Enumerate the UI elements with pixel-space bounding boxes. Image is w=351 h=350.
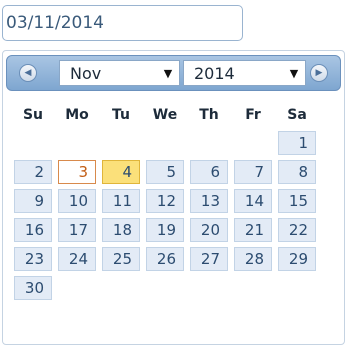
- next-month-button[interactable]: ▶: [310, 64, 328, 82]
- calendar-day[interactable]: 10: [58, 189, 96, 213]
- empty-day-cell: [102, 131, 140, 155]
- empty-day-cell: [278, 276, 316, 300]
- calendar-day[interactable]: 24: [58, 247, 96, 271]
- calendar-week-row: 2345678: [14, 160, 316, 184]
- empty-day-cell: [146, 276, 184, 300]
- calendar-day[interactable]: 6: [190, 160, 228, 184]
- calendar-day[interactable]: 18: [102, 218, 140, 242]
- triangle-down-icon: ▼: [289, 66, 299, 80]
- empty-day-cell: [190, 276, 228, 300]
- weekday-label: Sa: [287, 107, 307, 123]
- calendar-day-today[interactable]: 3: [58, 160, 96, 184]
- empty-day-cell: [14, 131, 52, 155]
- calendar-day[interactable]: 30: [14, 276, 52, 300]
- month-select-value: Nov: [70, 63, 102, 83]
- datepicker-header: ◀ Nov ▼ 2014 ▼ ▶: [6, 55, 341, 91]
- calendar-day[interactable]: 21: [234, 218, 272, 242]
- year-select-value: 2014: [194, 63, 235, 83]
- calendar-week-row: 30: [14, 276, 316, 300]
- calendar-day[interactable]: 26: [146, 247, 184, 271]
- weekday-label: Th: [199, 107, 219, 123]
- empty-day-cell: [234, 131, 272, 155]
- calendar-week-row: 9 10 11 12 13 14 15: [14, 189, 316, 213]
- weekday-label: Mo: [65, 107, 89, 123]
- date-input-value: 03/11/2014: [6, 13, 104, 33]
- calendar-day[interactable]: 13: [190, 189, 228, 213]
- empty-day-cell: [190, 131, 228, 155]
- calendar-day[interactable]: 27: [190, 247, 228, 271]
- date-input[interactable]: 03/11/2014: [2, 5, 243, 41]
- calendar-week-row: 16 17 18 19 20 21 22: [14, 218, 316, 242]
- weekday-label: Tu: [112, 107, 130, 123]
- weekday-label: Su: [22, 107, 44, 123]
- empty-day-cell: [58, 131, 96, 155]
- chevron-right-icon: ▶: [315, 67, 323, 78]
- calendar-day[interactable]: 15: [278, 189, 316, 213]
- calendar-week-row: 23 24 25 26 27 28 29: [14, 247, 316, 271]
- calendar-day[interactable]: 20: [190, 218, 228, 242]
- calendar-day[interactable]: 22: [278, 218, 316, 242]
- empty-day-cell: [146, 131, 184, 155]
- weekday-label: We: [152, 107, 178, 123]
- calendar-day[interactable]: 5: [146, 160, 184, 184]
- calendar-day-selected[interactable]: 4: [102, 160, 140, 184]
- calendar-day[interactable]: 14: [234, 189, 272, 213]
- weekday-header-row: Su Mo Tu We Th Fr Sa: [14, 104, 316, 126]
- calendar-day[interactable]: 29: [278, 247, 316, 271]
- empty-day-cell: [102, 276, 140, 300]
- calendar-day[interactable]: 8: [278, 160, 316, 184]
- calendar-day[interactable]: 19: [146, 218, 184, 242]
- empty-day-cell: [58, 276, 96, 300]
- weekday-label: Fr: [245, 107, 261, 123]
- empty-day-cell: [234, 276, 272, 300]
- chevron-left-icon: ◀: [24, 67, 32, 78]
- calendar-day[interactable]: 28: [234, 247, 272, 271]
- calendar-day[interactable]: 1: [278, 131, 316, 155]
- prev-month-button[interactable]: ◀: [19, 64, 37, 82]
- calendar-day[interactable]: 25: [102, 247, 140, 271]
- calendar-day[interactable]: 7: [234, 160, 272, 184]
- calendar-week-row: 1: [14, 131, 316, 155]
- month-select[interactable]: Nov ▼: [59, 60, 180, 86]
- calendar-day[interactable]: 11: [102, 189, 140, 213]
- calendar-day[interactable]: 2: [14, 160, 52, 184]
- calendar-day[interactable]: 9: [14, 189, 52, 213]
- calendar-day[interactable]: 17: [58, 218, 96, 242]
- calendar-day[interactable]: 16: [14, 218, 52, 242]
- calendar-grid: Su Mo Tu We Th Fr Sa 1 2 3 4 5 6 7 8 9 10 11 12 13 14…: [8, 99, 322, 305]
- calendar-day[interactable]: 12: [146, 189, 184, 213]
- triangle-down-icon: ▼: [163, 66, 173, 80]
- year-select[interactable]: 2014 ▼: [183, 60, 306, 86]
- datepicker: ◀ Nov ▼ 2014 ▼ ▶ Su Mo Tu We Th Fr Sa 12…: [2, 50, 345, 345]
- calendar-day[interactable]: 23: [14, 247, 52, 271]
